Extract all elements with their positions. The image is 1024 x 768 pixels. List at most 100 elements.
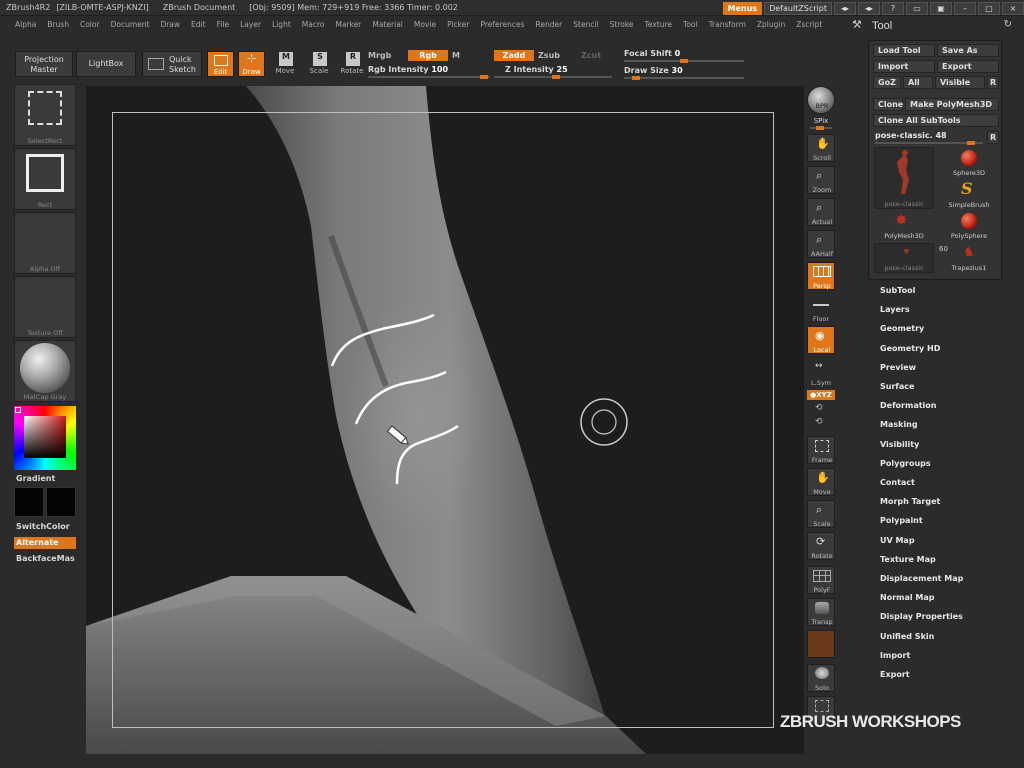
menu-draw[interactable]: Draw (160, 20, 180, 29)
clone-button[interactable]: Clone (873, 98, 903, 111)
export-tool-button[interactable]: Export (937, 60, 999, 73)
subpalette-deformation[interactable]: Deformation (880, 401, 936, 410)
subpalette-uv-map[interactable]: UV Map (880, 536, 915, 545)
subpalette-texture-map[interactable]: Texture Map (880, 555, 936, 564)
subpalette-subtool[interactable]: SubTool (880, 286, 915, 295)
tool-palette-header[interactable]: ⚒ Tool ↻ (850, 18, 1020, 38)
z-intensity-label[interactable]: Z Intensity 25 (505, 65, 568, 74)
menu-edit[interactable]: Edit (191, 20, 206, 29)
floor-button[interactable]: Floor (807, 294, 835, 323)
refresh-icon[interactable]: ↻ (1004, 19, 1012, 30)
aahalf-button[interactable]: ⌕ AAHalf (807, 230, 835, 258)
rgb-intensity-slider[interactable] (368, 75, 490, 79)
color-picker-square[interactable] (24, 416, 66, 458)
load-tool-button[interactable]: Load Tool (873, 44, 935, 57)
subpalette-normal-map[interactable]: Normal Map (880, 593, 934, 602)
local-button[interactable]: ◉ Local (807, 326, 835, 354)
current-tool-slider[interactable] (875, 141, 983, 145)
m-button[interactable]: M (452, 51, 460, 60)
lsym-button[interactable]: ↔ L.Sym (807, 358, 835, 387)
move-view-button[interactable]: ✋ Move (807, 468, 835, 496)
rotate-axis-icon[interactable]: ⟲ (815, 417, 823, 427)
import-tool-button[interactable]: Import (873, 60, 935, 73)
subpalette-geometry[interactable]: Geometry (880, 324, 924, 333)
menu-file[interactable]: File (217, 20, 230, 29)
sphere3d-icon[interactable] (961, 150, 977, 166)
menu-transform[interactable]: Transform (709, 20, 746, 29)
subpalette-layers[interactable]: Layers (880, 305, 910, 314)
mrgb-button[interactable]: Mrgb (368, 51, 391, 60)
layout-icon[interactable]: ▭ (906, 1, 928, 15)
menu-zscript[interactable]: Zscript (796, 20, 822, 29)
scroll-button[interactable]: ✋ Scroll (807, 134, 835, 162)
menus-button[interactable]: Menus (722, 1, 763, 15)
menu-stroke[interactable]: Stroke (610, 20, 634, 29)
goz-all-button[interactable]: All (903, 76, 933, 89)
draw-size-slider[interactable] (624, 76, 744, 80)
rotate-axis-icon[interactable]: ⟲ (815, 403, 823, 413)
rotate-view-button[interactable]: ⟳ Rotate (807, 532, 835, 560)
subpalette-import[interactable]: Import (880, 651, 910, 660)
subpalette-surface[interactable]: Surface (880, 382, 914, 391)
subpalette-unified-skin[interactable]: Unified Skin (880, 632, 934, 641)
bpr-button[interactable]: BPR (807, 86, 835, 114)
minimize-icon[interactable]: – (954, 1, 976, 15)
spix-label[interactable]: SPix (804, 117, 838, 125)
default-zscript-button[interactable]: DefaultZScript (764, 1, 832, 15)
actual-button[interactable]: ⌕ Actual (807, 198, 835, 226)
menu-movie[interactable]: Movie (414, 20, 436, 29)
z-intensity-knob[interactable] (552, 75, 560, 79)
color-picker[interactable] (14, 406, 76, 470)
subpalette-contact[interactable]: Contact (880, 478, 915, 487)
tool-r-button[interactable]: R (987, 131, 999, 144)
lightbox-button[interactable]: LightBox (76, 51, 136, 77)
subpalette-masking[interactable]: Masking (880, 420, 918, 429)
select-rect-tile[interactable]: SelectRect (14, 84, 76, 146)
alpha-tile[interactable]: Alpha Off (14, 212, 76, 274)
subpalette-polypaint[interactable]: Polypaint (880, 516, 923, 525)
zadd-button[interactable]: Zadd (494, 50, 534, 61)
subpalette-visibility[interactable]: Visibility (880, 440, 919, 449)
nav-arrows-icon[interactable]: ◂▸ (858, 1, 880, 15)
subpalette-export[interactable]: Export (880, 670, 910, 679)
zcut-button[interactable]: Zcut (581, 51, 601, 60)
menu-macro[interactable]: Macro (302, 20, 325, 29)
tool-thumb-pose-classic-2[interactable]: ⯆ pose-classic (874, 243, 934, 273)
z-intensity-slider[interactable] (494, 75, 612, 79)
focal-shift-label[interactable]: Focal Shift 0 (624, 49, 680, 58)
rgb-intensity-knob[interactable] (480, 75, 488, 79)
subpalette-preview[interactable]: Preview (880, 363, 916, 372)
menu-picker[interactable]: Picker (447, 20, 469, 29)
polyf-button[interactable]: PolyF (807, 566, 835, 594)
alternate-button[interactable]: Alternate (14, 537, 76, 549)
ghost-button[interactable] (807, 630, 835, 658)
goz-visible-button[interactable]: Visible (935, 76, 985, 89)
maximize-icon[interactable]: □ (978, 1, 1000, 15)
spix-slider[interactable] (810, 126, 832, 130)
main-color-swatch[interactable] (14, 487, 44, 517)
xyz-button[interactable]: ●XYZ (807, 390, 835, 400)
transp-button[interactable]: Transp (807, 598, 835, 626)
focal-shift-slider[interactable] (624, 59, 744, 63)
current-tool-slider-label[interactable]: pose-classic. 48 (875, 131, 947, 140)
menu-tool[interactable]: Tool (683, 20, 698, 29)
menu-preferences[interactable]: Preferences (480, 20, 524, 29)
menu-document[interactable]: Document (111, 20, 150, 29)
zsub-button[interactable]: Zsub (538, 51, 560, 60)
menu-light[interactable]: Light (272, 20, 291, 29)
lock-icon[interactable]: ▣ (930, 1, 952, 15)
help-icon[interactable]: ? (882, 1, 904, 15)
spix-knob[interactable] (816, 126, 824, 130)
focal-shift-knob[interactable] (680, 59, 688, 63)
switchcolor-button[interactable]: SwitchColor (16, 522, 70, 531)
move-icon[interactable]: M (279, 52, 293, 66)
draw-button[interactable]: ⊹ Draw (238, 51, 265, 77)
save-as-button[interactable]: Save As (937, 44, 999, 57)
document-canvas[interactable] (86, 86, 804, 754)
nav-arrows-icon[interactable]: ◂▸ (834, 1, 856, 15)
goz-r-button[interactable]: R (987, 76, 999, 89)
draw-size-label[interactable]: Draw Size 30 (624, 66, 683, 75)
menu-brush[interactable]: Brush (47, 20, 69, 29)
rgb-button[interactable]: Rgb (408, 50, 448, 61)
subpalette-display-properties[interactable]: Display Properties (880, 612, 963, 621)
